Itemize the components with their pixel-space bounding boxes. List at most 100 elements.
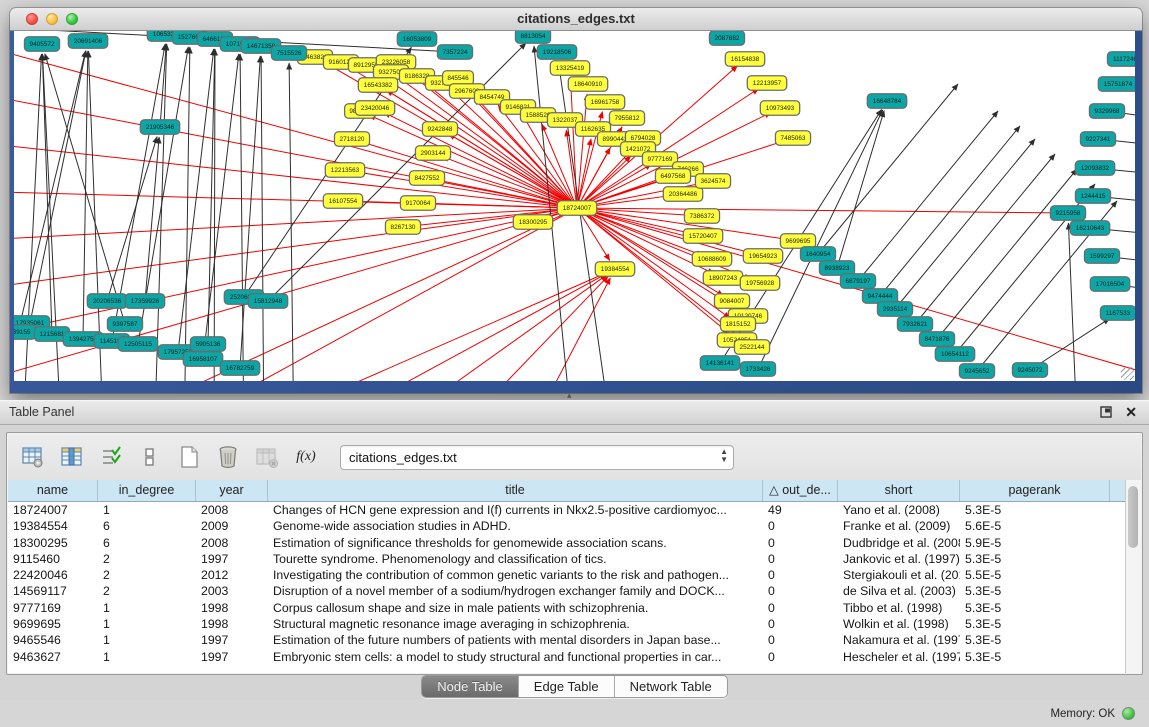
graph-node[interactable]: 17016504 [1090, 277, 1129, 292]
graph-node[interactable]: 9474444 [862, 289, 897, 304]
graph-node[interactable]: 1599297 [1084, 249, 1119, 264]
graph-node[interactable]: 13325419 [550, 61, 589, 76]
graph-node[interactable]: 9215958 [1050, 206, 1085, 221]
graph-node[interactable]: 1815152 [720, 317, 755, 332]
graph-node[interactable]: 8267130 [385, 220, 420, 235]
graph-node[interactable]: 1939155 [14, 325, 36, 340]
window-titlebar[interactable]: citations_edges.txt [10, 8, 1142, 31]
graph-node[interactable]: 8813054 [515, 31, 550, 43]
graph-node[interactable]: 23420046 [355, 101, 394, 116]
graph-node[interactable]: 19654923 [743, 249, 782, 264]
graph-node[interactable]: 9170064 [400, 196, 435, 211]
graph-node[interactable]: 845546 [443, 71, 474, 86]
graph-node[interactable]: 8938923 [819, 261, 854, 276]
delete-rows-icon[interactable] [215, 444, 241, 470]
graph-node[interactable]: 1733426 [740, 362, 775, 377]
graph-node[interactable]: 12213563 [325, 163, 364, 178]
table-row[interactable]: 2242004622012Investigating the contribut… [8, 567, 1126, 583]
column-header-year[interactable]: year [196, 480, 268, 501]
scrollbar-thumb[interactable] [1128, 486, 1138, 548]
tab-edge-table[interactable]: Edge Table [519, 676, 615, 697]
close-panel-icon[interactable]: ✕ [1125, 405, 1137, 419]
graph-node[interactable]: 16543382 [358, 78, 397, 93]
network-graph[interactable]: 1872400719384554183002957463822916012889… [14, 31, 1135, 381]
graph-node[interactable]: 20691406 [68, 34, 107, 49]
graph-node[interactable]: 20364486 [663, 187, 702, 202]
graph-node[interactable]: 2935114 [877, 302, 912, 317]
column-header-out_de[interactable]: △ out_de... [763, 480, 838, 501]
memory-status-icon[interactable] [1122, 707, 1135, 720]
graph-node[interactable]: 5905136 [190, 337, 225, 352]
graph-node[interactable]: 7515526 [271, 46, 306, 61]
table-row[interactable]: 911546021997Tourette syndrome. Phenomeno… [8, 551, 1126, 567]
graph-node[interactable]: 12093832 [1075, 161, 1114, 176]
tab-node-table[interactable]: Node Table [422, 676, 519, 697]
graph-node[interactable]: 10973493 [760, 101, 799, 116]
graph-node[interactable]: 6497568 [655, 169, 690, 184]
column-header-in_degree[interactable]: in_degree [98, 480, 196, 501]
graph-node[interactable]: 19756928 [740, 276, 779, 291]
graph-node[interactable]: 12505115 [118, 337, 157, 352]
graph-node[interactable]: 15812948 [248, 294, 287, 309]
row-height-icon[interactable] [137, 444, 163, 470]
graph-node[interactable]: 14136141 [700, 356, 739, 371]
column-header-title[interactable]: title [268, 480, 763, 501]
graph-node[interactable]: 18640910 [568, 77, 607, 92]
graph-node[interactable]: 18907243 [703, 271, 742, 286]
graph-node[interactable]: 17359926 [125, 294, 164, 309]
graph-node[interactable]: 9245072 [1012, 363, 1047, 378]
graph-node[interactable]: 10688609 [692, 252, 731, 267]
network-canvas[interactable]: 1872400719384554183002957463822916012889… [14, 31, 1135, 381]
graph-node[interactable]: 21905346 [140, 120, 179, 135]
graph-node[interactable]: 3624574 [695, 174, 730, 189]
graph-node[interactable]: 2087682 [709, 31, 744, 45]
graph-node[interactable]: 2903144 [415, 146, 450, 161]
graph-node[interactable]: 10654112 [935, 347, 974, 362]
graph-node[interactable]: 9084007 [714, 294, 749, 309]
graph-node[interactable]: 1117246 [1107, 52, 1135, 67]
graph-node[interactable]: 7932621 [897, 317, 932, 332]
graph-node[interactable]: 16107554 [323, 194, 362, 209]
table-row[interactable]: 969969511998Structural magnetic resonanc… [8, 616, 1126, 632]
graph-node[interactable]: 7955812 [609, 111, 644, 126]
graph-node[interactable]: 9329968 [1089, 104, 1124, 119]
graph-node[interactable]: 15720407 [683, 229, 722, 244]
table-vertical-scrollbar[interactable] [1125, 480, 1141, 673]
graph-node[interactable]: 12213957 [747, 76, 786, 91]
graph-node[interactable]: 18724007 [557, 201, 596, 216]
column-header-pagerank[interactable]: pagerank [960, 480, 1110, 501]
graph-node[interactable]: 16648784 [867, 94, 906, 109]
graph-node[interactable]: 7485063 [775, 131, 810, 146]
graph-node[interactable]: 18300295 [513, 215, 552, 230]
float-panel-icon[interactable] [1100, 406, 1112, 418]
table-row[interactable]: 1872400712008Changes of HCN gene express… [8, 502, 1126, 518]
graph-node[interactable]: 9227341 [1080, 132, 1115, 147]
graph-node[interactable]: 9699695 [780, 234, 815, 249]
graph-node[interactable]: 15751874 [1098, 77, 1135, 92]
graph-node[interactable]: 16053809 [397, 32, 436, 47]
graph-node[interactable]: 9242848 [422, 122, 457, 137]
graph-node[interactable]: 19218506 [537, 45, 576, 60]
table-row[interactable]: 1456911722003Disruption of a novel membe… [8, 583, 1126, 599]
graph-node[interactable]: 16961758 [585, 95, 624, 110]
tab-network-table[interactable]: Network Table [615, 676, 727, 697]
graph-node[interactable]: 16154838 [725, 52, 764, 67]
column-header-name[interactable]: name [8, 480, 98, 501]
graph-node[interactable]: 20206536 [87, 294, 126, 309]
table-source-select[interactable]: citations_edges.txt ▲▼ [340, 445, 734, 470]
graph-node[interactable]: 16782759 [220, 361, 259, 376]
table-settings-icon[interactable] [20, 444, 46, 470]
graph-node[interactable]: 16958107 [183, 352, 222, 367]
graph-node[interactable]: 9397587 [107, 317, 142, 332]
graph-node[interactable]: 2718120 [334, 132, 369, 147]
graph-node[interactable]: 8427552 [409, 171, 444, 186]
graph-node[interactable]: 9245652 [959, 364, 994, 379]
new-table-icon[interactable] [176, 444, 202, 470]
resize-grip-icon[interactable] [1121, 367, 1134, 380]
graph-node[interactable]: 6879197 [840, 274, 875, 289]
function-builder-icon[interactable]: f(x) [293, 444, 319, 470]
graph-node[interactable]: 7357224 [437, 45, 472, 60]
graph-node[interactable]: 2522144 [734, 340, 769, 355]
graph-node[interactable]: 1640954 [800, 247, 835, 262]
graph-node[interactable]: 7386372 [684, 209, 719, 224]
